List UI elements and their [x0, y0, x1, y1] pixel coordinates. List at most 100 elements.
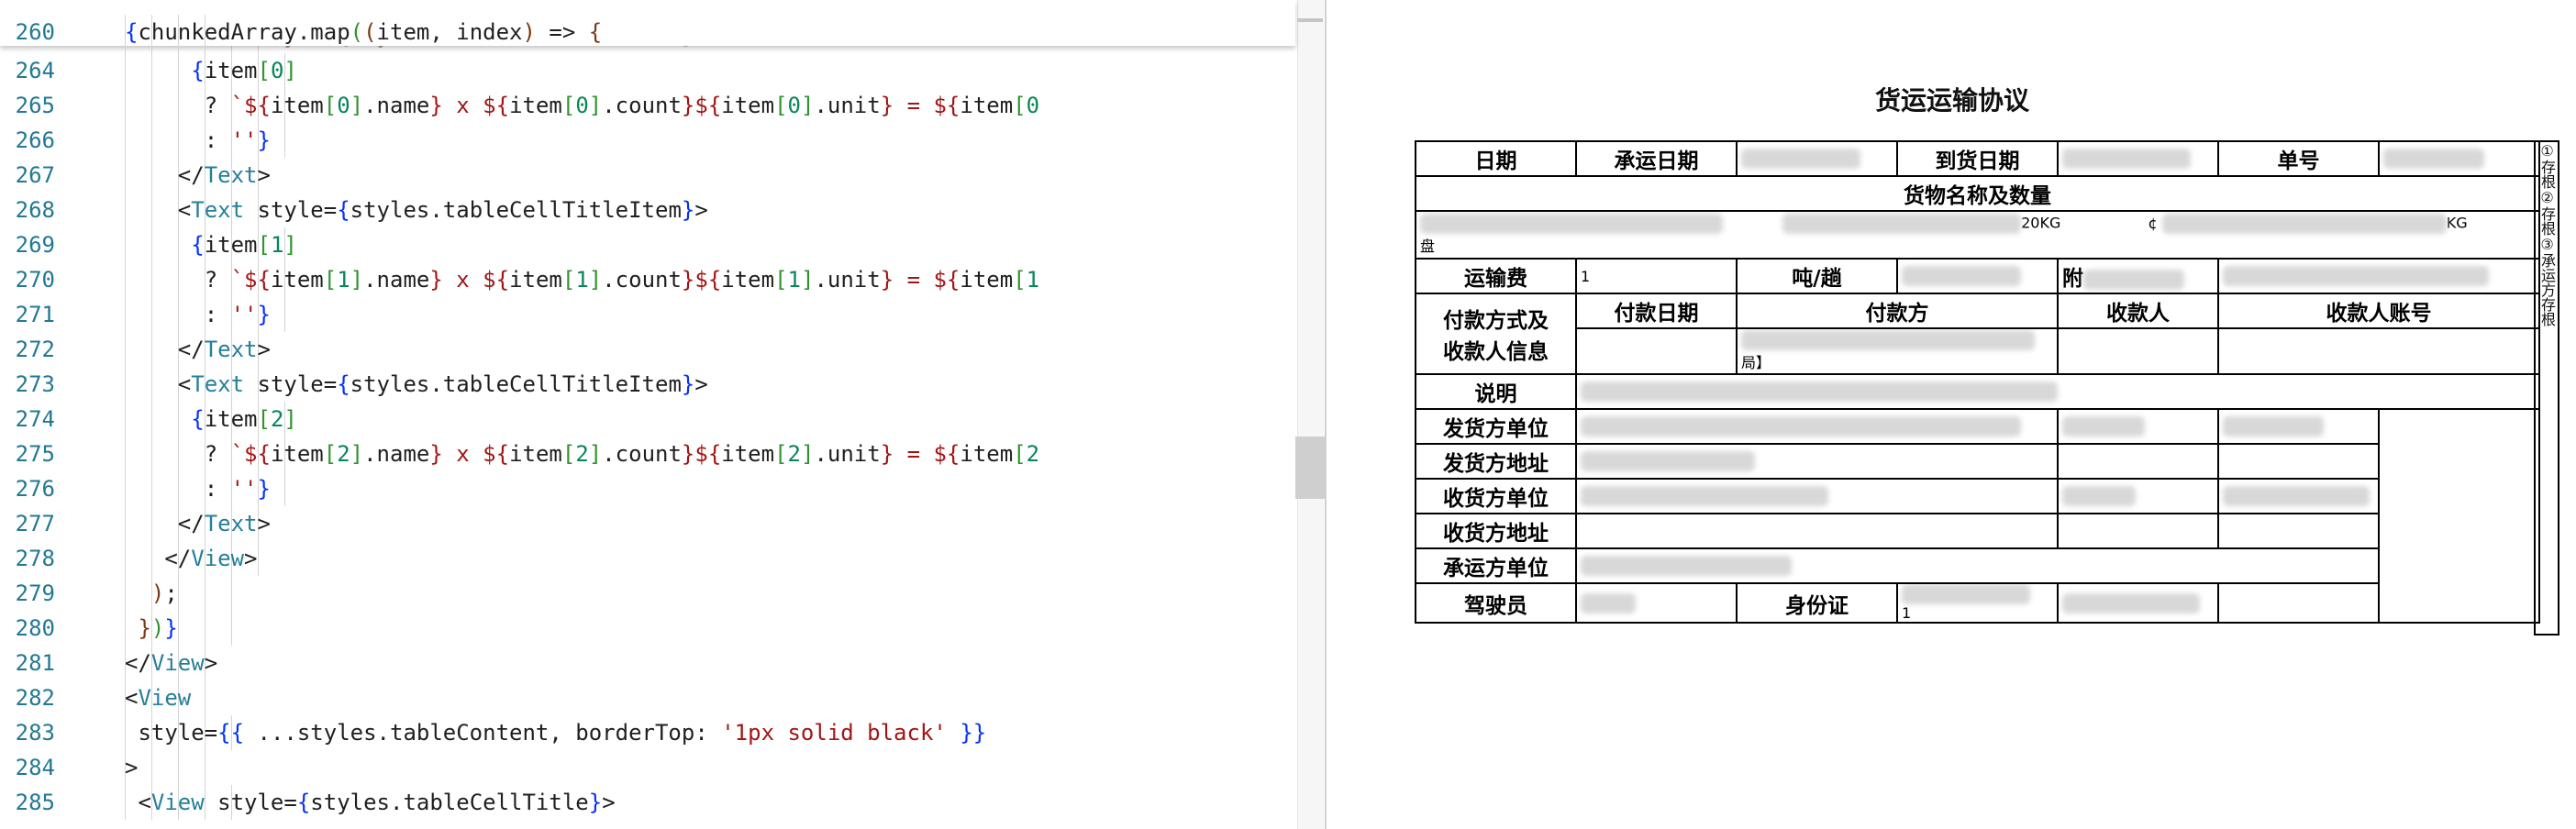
code-line[interactable]: 266: ''}	[0, 123, 1295, 158]
value-receiver-addr	[1575, 513, 2059, 549]
code-text[interactable]: ? `${item[2].name} x ${item[2].count}${i…	[205, 437, 1039, 471]
code-text[interactable]: </View>	[125, 646, 217, 680]
label-pay-date: 付款日期	[1575, 293, 1738, 329]
code-token: .unit	[814, 267, 881, 293]
label-id-card: 身份证	[1736, 582, 1898, 624]
code-line[interactable]: 277 </Text>	[0, 506, 1295, 541]
code-line[interactable]: 265? `${item[0].name} x ${item[0].count}…	[0, 88, 1295, 123]
code-token: {	[191, 232, 205, 258]
indent-guide	[284, 471, 285, 506]
code-line[interactable]: 270? `${item[1].name} x ${item[1].count}…	[0, 262, 1295, 297]
indent-guide	[125, 715, 126, 750]
code-token: (	[363, 19, 377, 45]
code-text[interactable]: {item[1]	[191, 227, 297, 262]
code-text[interactable]: </View>	[164, 541, 257, 576]
indent-guide	[284, 123, 285, 158]
code-text[interactable]: );	[151, 576, 178, 611]
code-editor[interactable]: 260 {chunkedArray.map((item, index) => { …	[0, 0, 1325, 829]
line-number: 269	[15, 232, 55, 258]
code-text[interactable]: {chunkedArray.map((item, index) => {	[125, 15, 602, 50]
scrollbar-thumb[interactable]	[1297, 18, 1323, 22]
indent-guide	[125, 227, 126, 262]
code-line[interactable]: 276: ''}	[0, 471, 1295, 506]
indent-guide	[151, 541, 152, 576]
line-number: 281	[15, 650, 55, 676]
code-text[interactable]: <View	[125, 680, 191, 715]
code-line[interactable]: 281 </View>	[0, 646, 1295, 680]
code-token: item	[270, 93, 324, 118]
code-token: `${	[230, 267, 271, 293]
code-line[interactable]: 271: ''}	[0, 297, 1295, 332]
code-text[interactable]: : ''}	[205, 123, 271, 158]
code-token: '1px solid black'	[721, 720, 947, 746]
code-line[interactable]: 268 <Text style={styles.tableCellTitleIte…	[0, 193, 1295, 227]
indent-guide	[178, 123, 179, 158]
code-token: {	[337, 371, 350, 397]
code-line[interactable]: 274 {item[2]	[0, 402, 1295, 437]
indent-guide	[151, 123, 152, 158]
code-text[interactable]: <View style={styles.tableCellTitle}>	[138, 785, 615, 820]
code-line[interactable]: 278 </View>	[0, 541, 1295, 576]
code-token: .count	[602, 93, 682, 118]
code-line[interactable]: 275? `${item[2].name} x ${item[2].count}…	[0, 437, 1295, 471]
code-line[interactable]: 284 >	[0, 750, 1295, 785]
indent-guide	[178, 53, 179, 88]
sticky-scroll-header[interactable]: 260 {chunkedArray.map((item, index) => {	[0, 0, 1295, 50]
code-token: >	[244, 546, 258, 571]
code-text[interactable]: ? `${item[1].name} x ${item[1].count}${i…	[205, 262, 1039, 297]
code-token: </	[177, 162, 205, 188]
code-token: View	[191, 546, 245, 571]
code-text[interactable]: <Text style={styles.tableCellTitleItem}>	[178, 193, 708, 227]
code-text[interactable]: })}	[138, 611, 177, 646]
line-number: 267	[15, 162, 55, 188]
code-text[interactable]: {item[0]	[191, 53, 297, 88]
code-text[interactable]: >	[125, 750, 138, 785]
indent-guide	[178, 88, 179, 123]
code-text[interactable]: </Text>	[178, 332, 271, 367]
code-text[interactable]: : ''}	[205, 297, 271, 332]
value-sender-contact	[2057, 408, 2219, 445]
code-line[interactable]: 273 <Text style={styles.tableCellTitleIte…	[0, 367, 1295, 402]
code-line[interactable]: 279);	[0, 576, 1295, 611]
code-token: (	[350, 19, 364, 45]
code-line[interactable]: 269 {item[1]	[0, 227, 1295, 262]
code-token: 1	[787, 267, 801, 293]
code-line[interactable]: 285 <View style={styles.tableCellTitle}>	[0, 785, 1295, 820]
code-line[interactable]: 272 </Text>	[0, 332, 1295, 367]
code-text[interactable]: </Text>	[178, 506, 271, 541]
code-text[interactable]: <Text style={styles.tableCellTitleItem}>	[178, 367, 708, 402]
sticky-line[interactable]: 260 {chunkedArray.map((item, index) => {	[0, 15, 1295, 50]
code-token: }${	[681, 441, 722, 467]
code-line[interactable]: 267 </Text>	[0, 158, 1295, 193]
code-line[interactable]: 280})}	[0, 611, 1295, 646]
code-token: }	[257, 127, 271, 153]
code-token: styles.tableCellTitle	[310, 790, 589, 815]
code-token: .count	[602, 267, 682, 293]
indent-guide	[151, 471, 152, 506]
code-token: styles.tableCellTitleItem	[350, 197, 682, 223]
code-token: >	[602, 790, 616, 815]
code-line[interactable]: 264 {item[0]	[0, 53, 1295, 88]
code-token: 1	[337, 267, 350, 293]
code-token: ...styles.tableContent, borderTop:	[244, 720, 722, 746]
code-text[interactable]: {item[2]	[191, 402, 297, 437]
code-text[interactable]: style={{ ...styles.tableContent, borderT…	[138, 715, 986, 750]
label-goods: 货物名称及数量	[1415, 175, 2540, 212]
code-line[interactable]: 282 <View	[0, 680, 1295, 715]
value-receiver-addr-3	[2217, 513, 2380, 549]
indent-guide	[178, 262, 179, 297]
code-line[interactable]: 283 style={{ ...styles.tableContent, bord…	[0, 715, 1295, 750]
code-text[interactable]: ? `${item[0].name} x ${item[0].count}${i…	[205, 88, 1039, 123]
code-token: item	[270, 441, 324, 467]
code-token: [	[561, 267, 576, 293]
code-text[interactable]: </Text>	[178, 158, 271, 193]
code-token: ]	[800, 93, 815, 118]
code-token: } = ${	[880, 93, 960, 118]
code-token: 2	[575, 441, 589, 467]
indent-guide	[178, 576, 179, 611]
code-token: 0	[575, 93, 589, 118]
value-stamp-area	[2378, 408, 2540, 624]
code-text[interactable]: : ''}	[205, 471, 271, 506]
vertical-scrollbar[interactable]	[1297, 0, 1324, 829]
code-token: style=	[244, 197, 338, 223]
